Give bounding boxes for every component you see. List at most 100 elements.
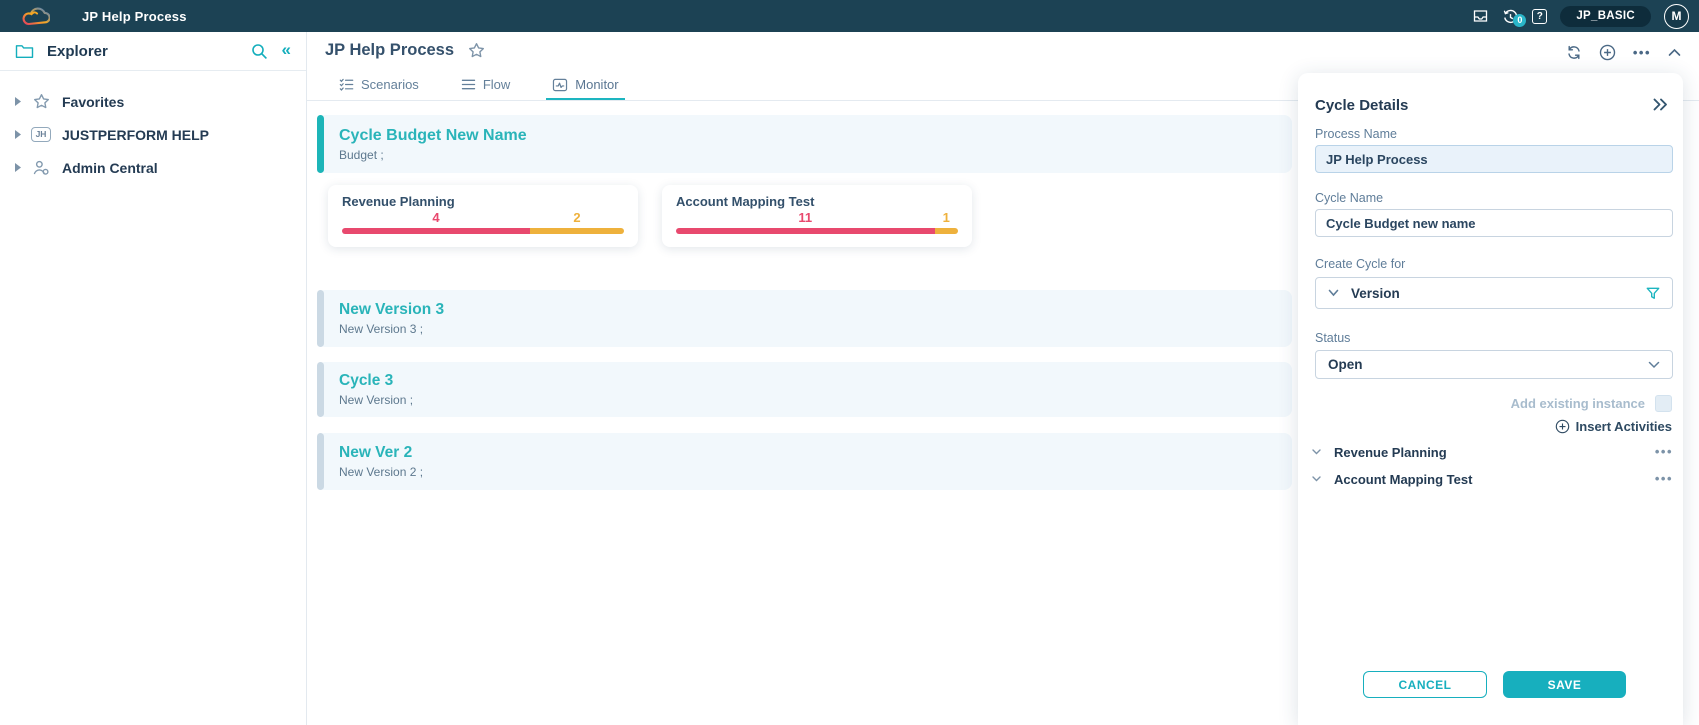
cycle-subtitle: Budget ; [339,148,1292,162]
page-title-row: JP Help Process [325,41,485,60]
inbox-icon[interactable] [1472,8,1489,24]
status-label: Status [1315,331,1350,345]
status-select[interactable]: Open [1315,350,1673,379]
history-icon[interactable]: 0 [1502,8,1519,25]
expand-caret-icon[interactable] [10,162,26,173]
progress-segment-secondary [935,228,958,234]
more-options-icon[interactable]: ••• [1633,49,1651,57]
collapse-panel-icon[interactable] [1652,97,1669,112]
progress-segment-primary [676,228,935,234]
view-tabs: Scenarios Flow Monitor [333,71,625,101]
chevron-down-icon[interactable] [1648,361,1660,369]
collapse-header-icon[interactable] [1668,48,1681,57]
navbar-actions: 0 ? JP_BASIC M [1472,0,1689,32]
create-cycle-for-value: Version [1351,286,1400,301]
count-secondary: 2 [530,210,624,227]
search-icon[interactable] [251,43,268,60]
add-icon[interactable] [1599,44,1616,61]
explorer-title: Explorer [47,43,108,60]
panel-activity-row[interactable]: Revenue Planning ••• [1312,440,1673,464]
activity-more-options-icon[interactable]: ••• [1655,448,1673,456]
cancel-button[interactable]: CANCEL [1363,671,1487,698]
cycle-subtitle: New Version 3 ; [339,322,1292,336]
collapse-sidebar-icon[interactable]: « [282,41,291,61]
activity-card-account-mapping-test[interactable]: Account Mapping Test 11 1 [662,185,972,247]
create-cycle-for-label: Create Cycle for [1315,257,1405,271]
sidebar-item-label: JUSTPERFORM HELP [62,127,209,143]
chevron-down-icon[interactable] [1312,449,1321,455]
panel-activity-row[interactable]: Account Mapping Test ••• [1312,467,1673,491]
process-name-field[interactable] [1315,145,1673,173]
save-button[interactable]: SAVE [1503,671,1626,698]
tab-label: Scenarios [361,77,419,92]
activity-card-revenue-planning[interactable]: Revenue Planning 4 2 [328,185,638,247]
cycle-card[interactable]: Cycle 3 New Version ; [317,362,1292,417]
star-icon [26,93,56,110]
favorite-star-icon[interactable] [468,42,485,59]
chevron-down-icon[interactable] [1312,476,1321,482]
accent-bar [317,290,324,347]
accent-bar [317,362,324,417]
tab-label: Flow [483,77,510,92]
count-secondary: 1 [935,210,958,227]
activity-progress-bar [676,228,958,234]
explorer-tree: Favorites JH JUSTPERFORM HELP [0,71,306,184]
panel-activity-name: Revenue Planning [1334,445,1447,460]
sidebar-item-justperform-help[interactable]: JH JUSTPERFORM HELP [0,118,306,151]
sidebar-item-favorites[interactable]: Favorites [0,85,306,118]
cycle-card[interactable]: New Version 3 New Version 3 ; [317,290,1292,347]
refresh-icon[interactable] [1566,45,1582,60]
tab-scenarios[interactable]: Scenarios [333,71,425,101]
add-existing-instance-row: Add existing instance [1511,395,1672,412]
add-existing-instance-checkbox[interactable] [1655,395,1672,412]
cycle-card-selected[interactable]: Cycle Budget New Name Budget ; [317,115,1292,173]
cycle-name-label: Cycle Name [1315,191,1383,205]
cycle-subtitle: New Version 2 ; [339,465,1292,479]
insert-activities-button[interactable]: Insert Activities [1555,419,1672,434]
sidebar-item-label: Favorites [62,94,124,110]
cycle-name: New Version 3 [339,301,1292,319]
sidebar-item-admin-central[interactable]: Admin Central [0,151,306,184]
accent-bar [317,433,324,490]
progress-segment-secondary [530,228,624,234]
selected-accent-bar [317,115,324,173]
sidebar-item-label: Admin Central [62,160,158,176]
page-title: JP Help Process [325,41,454,60]
app-window: JP Help Process 0 ? JP_BASIC M [0,0,1699,725]
status-value: Open [1328,357,1363,372]
insert-activities-row: Insert Activities [1555,419,1672,434]
activity-card-title: Account Mapping Test [676,194,958,209]
admin-user-icon [26,160,56,176]
cycle-card[interactable]: New Ver 2 New Version 2 ; [317,433,1292,490]
cycle-name: Cycle Budget New Name [339,127,1292,145]
tab-monitor[interactable]: Monitor [546,71,624,101]
count-primary: 11 [676,210,935,227]
user-avatar[interactable]: M [1664,4,1689,29]
expand-caret-icon[interactable] [10,96,26,107]
navbar-app-title: JP Help Process [82,9,187,24]
tab-flow[interactable]: Flow [455,71,516,101]
explorer-sidebar: Explorer « Favorites [0,32,307,725]
chevron-down-icon[interactable] [1328,289,1339,297]
cycle-name-field[interactable] [1315,209,1673,237]
help-icon[interactable]: ? [1532,9,1547,24]
activity-counts: 4 2 [342,210,624,227]
panel-activity-name: Account Mapping Test [1334,472,1472,487]
expand-caret-icon[interactable] [10,129,26,140]
activity-more-options-icon[interactable]: ••• [1655,475,1673,483]
initials-badge: JH [26,127,56,142]
history-count-badge: 0 [1513,14,1526,27]
page-toolbar: ••• [1566,44,1681,61]
app-logo-cloud-icon[interactable] [20,6,50,27]
create-cycle-for-select[interactable]: Version [1315,277,1673,309]
folder-icon [15,43,34,59]
account-menu-button[interactable]: JP_BASIC [1560,6,1651,27]
activity-counts: 11 1 [676,210,958,227]
insert-activities-label: Insert Activities [1576,419,1672,434]
count-primary: 4 [342,210,530,227]
explorer-header: Explorer « [0,32,306,71]
activity-progress-bar [342,228,624,234]
filter-icon[interactable] [1646,287,1660,300]
cycle-subtitle: New Version ; [339,393,1292,407]
activity-card-title: Revenue Planning [342,194,624,209]
